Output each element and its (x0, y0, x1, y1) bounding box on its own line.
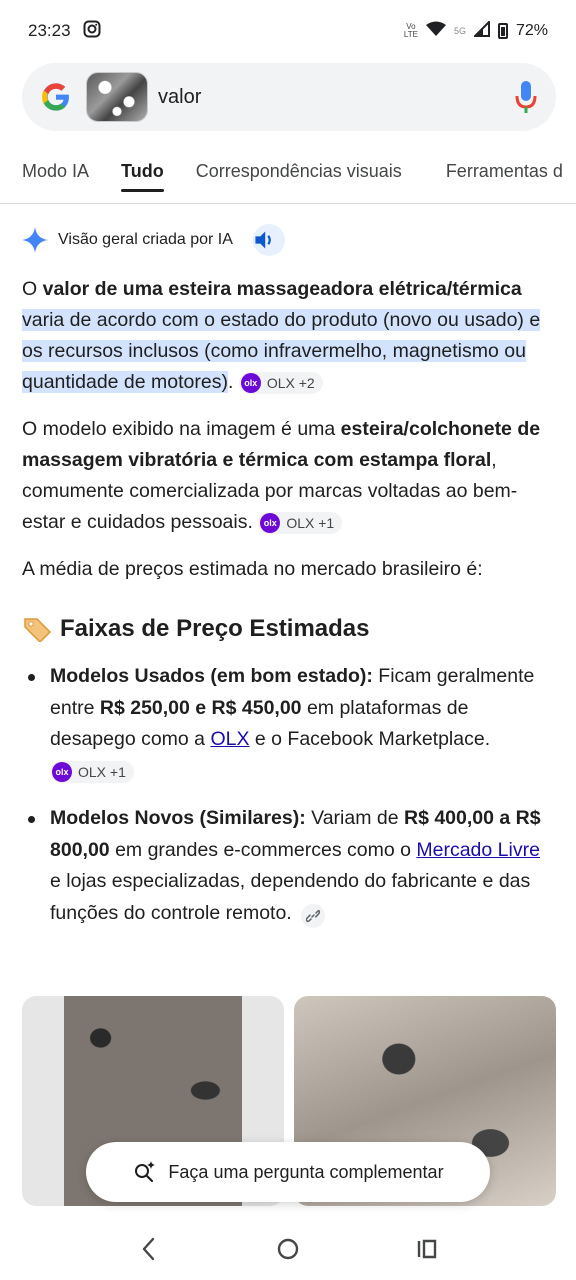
ai-paragraph-2: O modelo exibido na imagem é uma esteira… (22, 418, 541, 534)
price-tag-icon (24, 618, 52, 642)
section-heading: Faixas de Preço Estimadas (22, 615, 556, 643)
status-time: 23:23 (28, 21, 71, 40)
link-icon (306, 909, 321, 922)
followup-question-button[interactable]: Faça uma pergunta complementar (86, 1142, 490, 1202)
ai-overview-header: Visão geral criada por IA (22, 222, 556, 258)
google-logo-icon[interactable] (40, 81, 72, 113)
link-source-button[interactable] (301, 903, 326, 928)
ai-overview: Visão geral criada por IA O valor de uma… (22, 222, 556, 945)
tab-correspondencias-visuais[interactable]: Correspondências visuais (196, 150, 402, 203)
list-item: Modelos Usados (em bom estado): Ficam ge… (22, 661, 556, 787)
search-query[interactable]: valor (158, 86, 201, 109)
speaker-icon (255, 231, 271, 249)
source-chip[interactable]: olx OLX +1 (50, 760, 134, 783)
system-nav-bar (0, 1218, 576, 1280)
ai-paragraph-1: O valor de uma esteira massageadora elét… (22, 278, 541, 394)
olx-link[interactable]: OLX (210, 728, 249, 750)
wifi-icon (425, 21, 446, 42)
followup-label: Faça uma pergunta complementar (168, 1161, 444, 1182)
search-image-thumbnail[interactable] (86, 72, 148, 122)
search-bar[interactable]: valor (22, 63, 556, 131)
volte-indicator: Vo LTE (403, 22, 418, 39)
olx-logo-icon: olx (260, 513, 281, 533)
network-5g: 5G (453, 26, 466, 36)
list-item: Modelos Novos (Similares): Variam de R$ … (22, 803, 556, 929)
battery-icon (497, 23, 508, 39)
search-tabs: Modo IA Tudo Correspondências visuais Fe… (0, 150, 576, 204)
tab-ferramentas[interactable]: Ferramentas d (446, 150, 563, 203)
tab-tudo[interactable]: Tudo (121, 150, 164, 203)
listen-button[interactable] (252, 224, 285, 256)
mercado-livre-link[interactable]: Mercado Livre (416, 839, 540, 861)
search-sparkle-icon (135, 1161, 156, 1183)
olx-logo-icon: olx (240, 373, 261, 393)
source-chip[interactable]: olx OLX +1 (258, 512, 343, 534)
tab-modo-ia[interactable]: Modo IA (22, 150, 89, 203)
gemini-sparkle-icon (22, 227, 48, 253)
instagram-icon (83, 20, 101, 43)
olx-logo-icon: olx (52, 761, 72, 782)
battery-level: 72% (515, 22, 548, 39)
signal-icon (472, 19, 490, 42)
mic-icon[interactable] (514, 79, 538, 115)
price-list: Modelos Usados (em bom estado): Ficam ge… (22, 661, 556, 929)
back-icon[interactable] (136, 1236, 162, 1262)
home-icon[interactable] (275, 1236, 301, 1262)
recents-icon[interactable] (414, 1236, 440, 1262)
ai-paragraph-3: A média de preços estimada no mercado br… (22, 558, 483, 580)
ai-overview-title: Visão geral criada por IA (58, 231, 233, 248)
status-bar: 23:23 Vo LTE 5G 72% (0, 0, 576, 62)
source-chip[interactable]: olx OLX +2 (238, 372, 323, 394)
